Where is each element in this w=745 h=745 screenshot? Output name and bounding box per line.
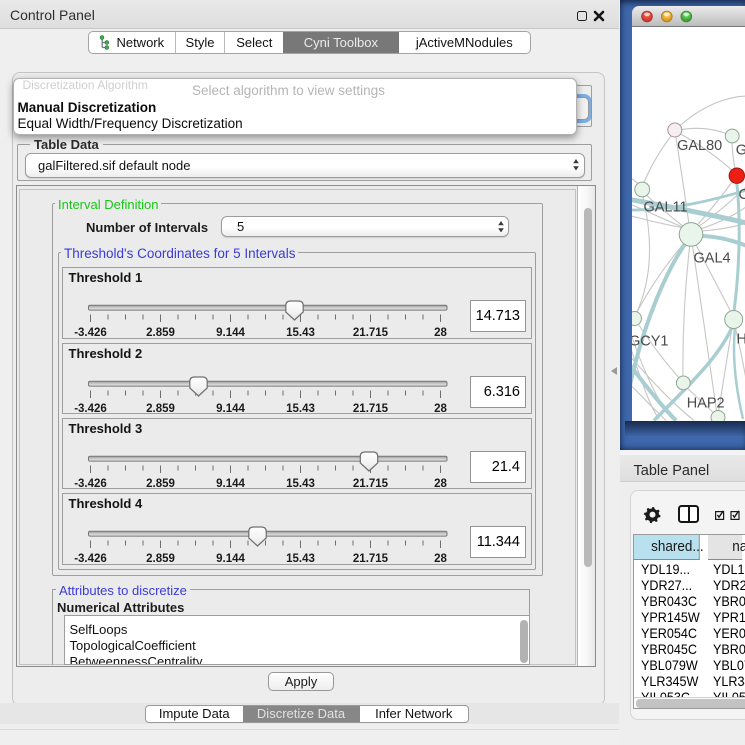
svg-text:28: 28 <box>434 477 447 489</box>
svg-text:-3.426: -3.426 <box>74 477 107 489</box>
svg-text:15.43: 15.43 <box>286 553 315 565</box>
svg-text:-3.426: -3.426 <box>74 553 107 565</box>
svg-text:9.144: 9.144 <box>216 477 245 489</box>
svg-text:-3.426: -3.426 <box>74 327 107 339</box>
svg-text:2.859: 2.859 <box>146 553 175 565</box>
svg-text:9.144: 9.144 <box>216 327 245 339</box>
svg-text:GAL80: GAL80 <box>677 138 722 154</box>
svg-text:C: C <box>738 187 745 203</box>
svg-text:2.859: 2.859 <box>146 327 175 339</box>
svg-text:GCY1: GCY1 <box>632 334 669 350</box>
svg-text:9.144: 9.144 <box>216 553 245 565</box>
svg-text:21.715: 21.715 <box>353 477 389 489</box>
svg-text:21.715: 21.715 <box>353 402 389 414</box>
svg-text:28: 28 <box>434 553 447 565</box>
svg-text:HAP2: HAP2 <box>686 396 724 412</box>
svg-text:21.715: 21.715 <box>353 327 389 339</box>
svg-text:9.144: 9.144 <box>216 402 245 414</box>
svg-text:2.859: 2.859 <box>146 477 175 489</box>
svg-text:-3.426: -3.426 <box>74 402 107 414</box>
svg-text:21.715: 21.715 <box>353 553 389 565</box>
svg-text:15.43: 15.43 <box>286 402 315 414</box>
svg-text:GAL4: GAL4 <box>693 251 730 267</box>
svg-text:GAL11: GAL11 <box>643 200 687 216</box>
svg-text:28: 28 <box>434 327 447 339</box>
svg-text:28: 28 <box>434 402 447 414</box>
svg-text:15.43: 15.43 <box>286 327 315 339</box>
svg-text:G.: G. <box>735 143 745 159</box>
svg-text:2.859: 2.859 <box>146 402 175 414</box>
svg-text:H: H <box>736 332 745 348</box>
svg-text:15.43: 15.43 <box>286 477 315 489</box>
